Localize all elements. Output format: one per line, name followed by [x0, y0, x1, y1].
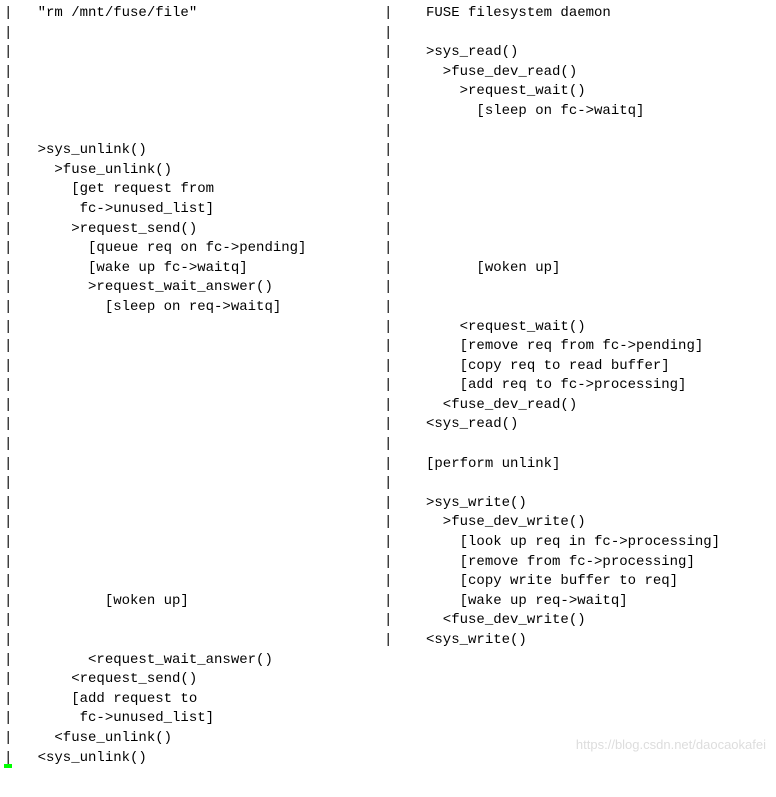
left-line: |	[4, 415, 384, 435]
left-line: |	[4, 337, 384, 357]
cursor-indicator	[4, 764, 12, 768]
left-line: |	[4, 474, 384, 494]
right-line: | [remove req from fc->pending]	[384, 337, 772, 357]
right-line: | <fuse_dev_write()	[384, 611, 772, 631]
right-line: | >sys_read()	[384, 43, 772, 63]
right-line: | <sys_read()	[384, 415, 772, 435]
left-line: | [wake up fc->waitq]	[4, 259, 384, 279]
left-line: |	[4, 455, 384, 475]
left-line: |	[4, 631, 384, 651]
right-line: | >request_wait()	[384, 82, 772, 102]
left-line: |	[4, 102, 384, 122]
left-line: | <request_wait_answer()	[4, 651, 384, 671]
left-column: | "rm /mnt/fuse/file"||||||| >sys_unlink…	[4, 4, 384, 768]
right-line: | >fuse_dev_read()	[384, 63, 772, 83]
left-line: | >request_send()	[4, 220, 384, 240]
left-line: |	[4, 376, 384, 396]
right-line: | >sys_write()	[384, 494, 772, 514]
left-line: | fc->unused_list]	[4, 200, 384, 220]
left-line: |	[4, 533, 384, 553]
left-line: |	[4, 357, 384, 377]
right-line: |	[384, 239, 772, 259]
right-line: | <request_wait()	[384, 318, 772, 338]
right-line: | [sleep on fc->waitq]	[384, 102, 772, 122]
right-line: |	[384, 298, 772, 318]
left-line: | >fuse_unlink()	[4, 161, 384, 181]
right-line: |	[384, 24, 772, 44]
right-line: | [woken up]	[384, 259, 772, 279]
right-line: | [copy write buffer to req]	[384, 572, 772, 592]
left-line: |	[4, 396, 384, 416]
right-line	[384, 729, 772, 749]
left-line: |	[4, 24, 384, 44]
right-line: |	[384, 220, 772, 240]
right-line: | [perform unlink]	[384, 455, 772, 475]
left-line: |	[4, 43, 384, 63]
right-line: |	[384, 278, 772, 298]
right-column: | FUSE filesystem daemon|| >sys_read()| …	[384, 4, 772, 768]
left-line: |	[4, 553, 384, 573]
left-line: | fc->unused_list]	[4, 709, 384, 729]
right-line: |	[384, 180, 772, 200]
left-line: | [queue req on fc->pending]	[4, 239, 384, 259]
left-line: |	[4, 318, 384, 338]
left-line: | [woken up]	[4, 592, 384, 612]
right-line	[384, 651, 772, 671]
right-line: | [look up req in fc->processing]	[384, 533, 772, 553]
left-line: |	[4, 611, 384, 631]
left-line: | [get request from	[4, 180, 384, 200]
left-line: | "rm /mnt/fuse/file"	[4, 4, 384, 24]
left-line: |	[4, 122, 384, 142]
right-line: |	[384, 435, 772, 455]
right-line: | [add req to fc->processing]	[384, 376, 772, 396]
right-line	[384, 709, 772, 729]
diagram-container: | "rm /mnt/fuse/file"||||||| >sys_unlink…	[4, 4, 772, 768]
right-line: | [copy req to read buffer]	[384, 357, 772, 377]
left-line: | >request_wait_answer()	[4, 278, 384, 298]
right-line	[384, 690, 772, 710]
right-line: |	[384, 122, 772, 142]
left-line: |	[4, 572, 384, 592]
left-line: | <sys_unlink()	[4, 749, 384, 769]
right-line: | FUSE filesystem daemon	[384, 4, 772, 24]
left-line: |	[4, 63, 384, 83]
right-line: |	[384, 141, 772, 161]
left-line: |	[4, 435, 384, 455]
left-line: |	[4, 82, 384, 102]
left-line: | [add request to	[4, 690, 384, 710]
right-line: |	[384, 474, 772, 494]
left-line: | >sys_unlink()	[4, 141, 384, 161]
right-line	[384, 749, 772, 769]
left-line: |	[4, 494, 384, 514]
right-line: |	[384, 200, 772, 220]
right-line: | <sys_write()	[384, 631, 772, 651]
left-line: | <fuse_unlink()	[4, 729, 384, 749]
right-line	[384, 670, 772, 690]
right-line: | >fuse_dev_write()	[384, 513, 772, 533]
right-line: | [wake up req->waitq]	[384, 592, 772, 612]
right-line: | [remove from fc->processing]	[384, 553, 772, 573]
left-line: | <request_send()	[4, 670, 384, 690]
right-line: | <fuse_dev_read()	[384, 396, 772, 416]
right-line: |	[384, 161, 772, 181]
left-line: | [sleep on req->waitq]	[4, 298, 384, 318]
left-line: |	[4, 513, 384, 533]
